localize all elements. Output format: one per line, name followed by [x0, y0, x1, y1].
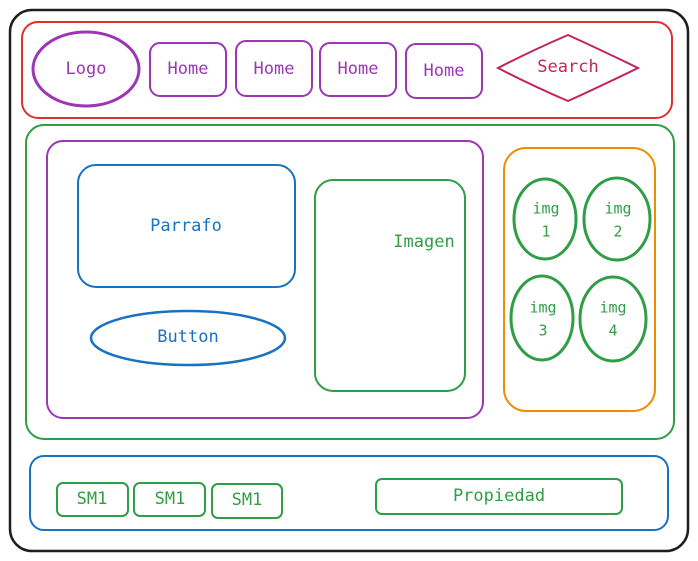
- gallery-item-1[interactable]: img 1: [512, 177, 578, 261]
- page-frame: [8, 8, 690, 553]
- gallery-item-1-shape: [512, 177, 578, 261]
- image-block: [314, 179, 466, 392]
- gallery-item-4-shape: [578, 275, 648, 363]
- social-link-1[interactable]: SM1: [56, 482, 129, 517]
- social-link-3-label: SM1: [232, 490, 263, 510]
- social-link-2[interactable]: SM1: [133, 482, 206, 517]
- button-label: Button: [157, 327, 218, 347]
- gallery-item-2-label-top: img: [604, 200, 631, 218]
- social-link-1-label: SM1: [77, 489, 108, 509]
- nav-item-3-label: Home: [338, 59, 379, 79]
- gallery-item-4-label-top: img: [599, 299, 626, 317]
- gallery-item-4[interactable]: img 4: [578, 275, 648, 363]
- nav-item-1[interactable]: Home: [149, 42, 227, 97]
- social-link-2-label: SM1: [155, 489, 186, 509]
- gallery-item-2[interactable]: img 2: [582, 176, 652, 262]
- gallery-item-4-label-bottom: 4: [608, 322, 617, 340]
- logo[interactable]: Logo: [31, 30, 141, 108]
- nav-item-4-label: Home: [424, 61, 465, 81]
- footer-region: [29, 455, 669, 531]
- social-link-3[interactable]: SM1: [211, 483, 283, 519]
- gallery-item-2-shape: [582, 176, 652, 262]
- paragraph-label: Parrafo: [150, 216, 222, 236]
- gallery-item-2-label-bottom: 2: [613, 223, 622, 241]
- gallery-item-1-label-bottom: 1: [541, 223, 550, 241]
- nav-item-2-label: Home: [254, 59, 295, 79]
- property-label: Propiedad: [453, 486, 545, 506]
- wireframe-sketch: Logo Home Home Home Home Search Parrafo …: [8, 8, 690, 553]
- gallery-item-3-label-top: img: [529, 299, 556, 317]
- article-region: [46, 140, 484, 419]
- logo-label: Logo: [66, 59, 107, 79]
- image-label: Imagen: [393, 232, 454, 252]
- nav-item-3[interactable]: Home: [319, 42, 397, 97]
- gallery-item-3-label-bottom: 3: [538, 322, 547, 340]
- content-button[interactable]: Button: [89, 309, 287, 367]
- search-box[interactable]: Search: [495, 33, 641, 103]
- gallery-item-1-label-top: img: [532, 200, 559, 218]
- gallery-item-3-shape: [509, 274, 575, 362]
- nav-item-1-label: Home: [168, 59, 209, 79]
- search-label: Search: [537, 57, 598, 77]
- nav-item-4[interactable]: Home: [405, 43, 483, 99]
- gallery-item-3[interactable]: img 3: [509, 274, 575, 362]
- nav-item-2[interactable]: Home: [235, 40, 313, 97]
